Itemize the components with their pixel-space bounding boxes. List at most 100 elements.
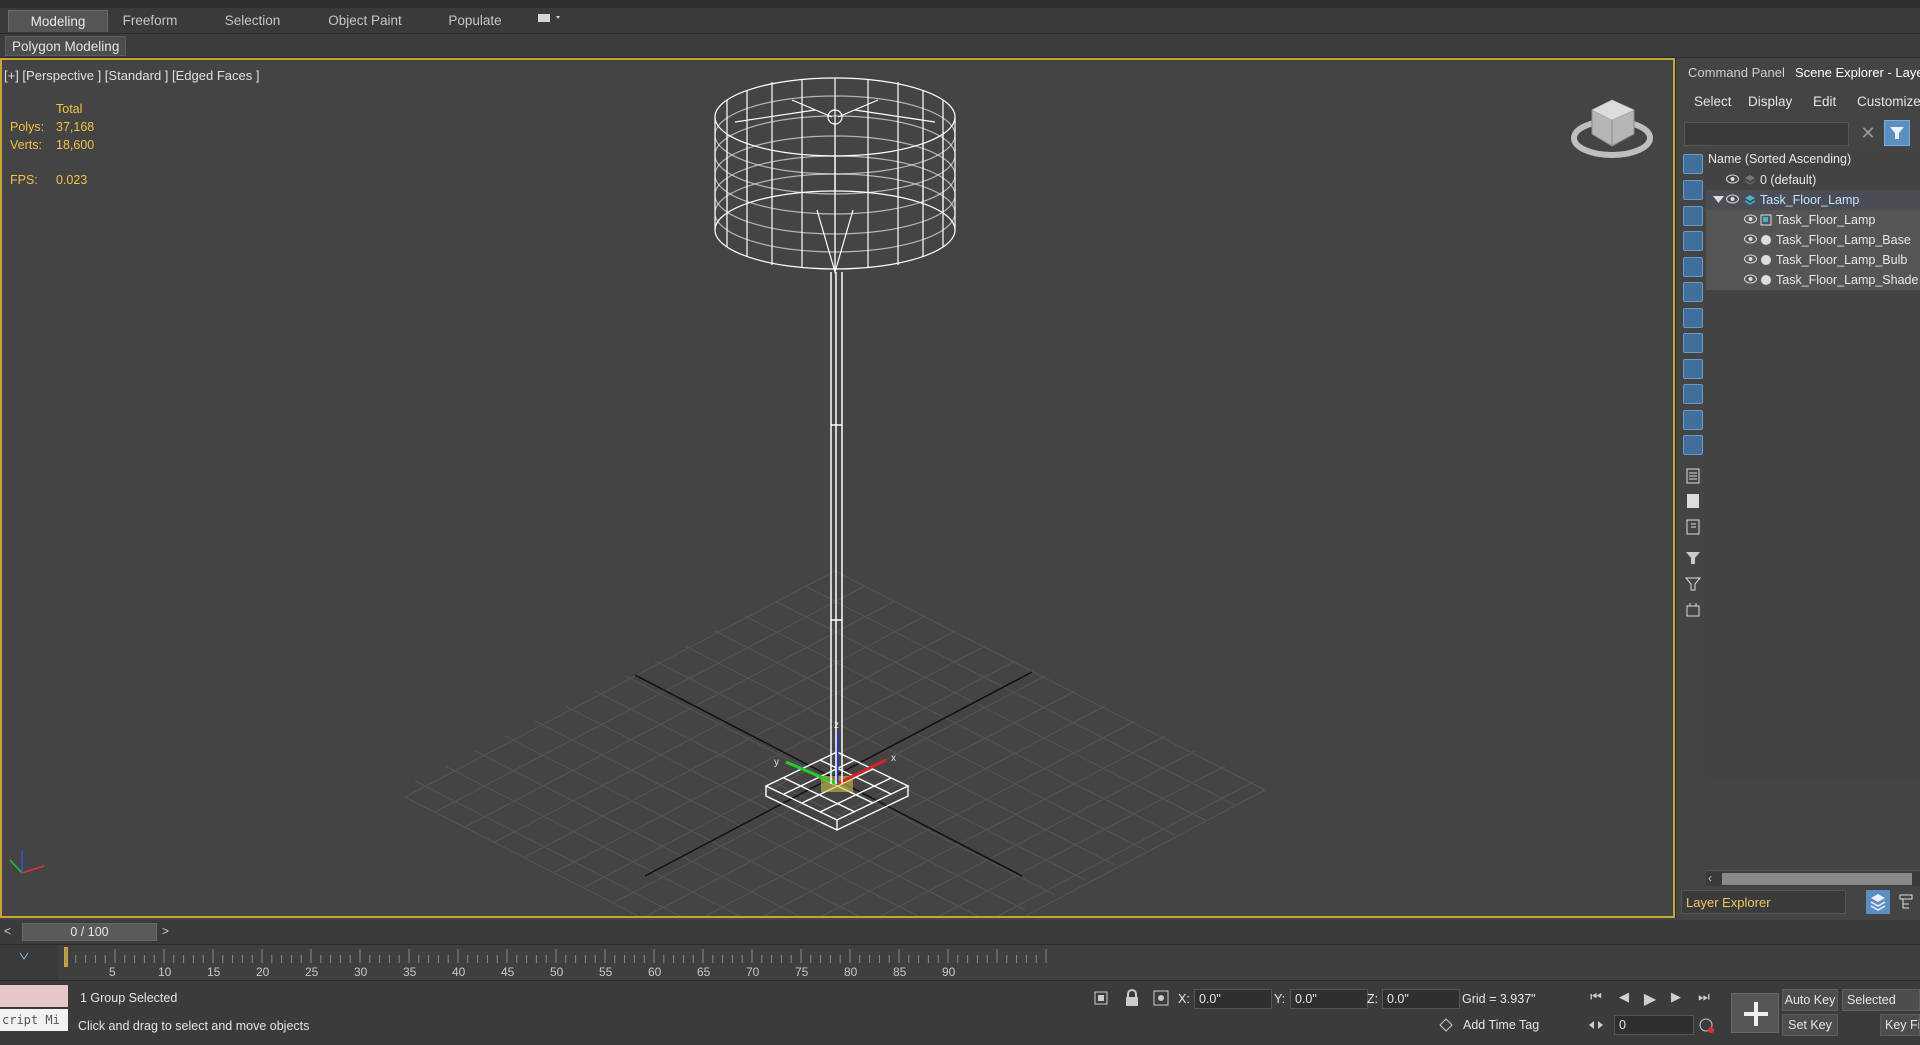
visibility-eye-icon[interactable] (1744, 274, 1757, 284)
display-xrefs-icon[interactable] (1683, 333, 1703, 353)
filter-toggle-icon[interactable] (1683, 548, 1703, 568)
menu-select[interactable]: Select (1694, 94, 1732, 109)
menu-edit[interactable]: Edit (1813, 94, 1836, 109)
play-icon[interactable]: ▶ (1640, 989, 1660, 1008)
set-key-button[interactable]: Set Key (1782, 1014, 1838, 1036)
scene-tree: Name (Sorted Ascending) 0 (default) Task… (1706, 150, 1920, 780)
tree-row-task-floor-lamp-group[interactable]: Task_Floor_Lamp (1706, 210, 1920, 230)
geometry-icon (1761, 255, 1771, 265)
stats-verts-value: 18,600 (56, 138, 95, 152)
tree-row-label: Task_Floor_Lamp_Shade (1776, 273, 1919, 287)
next-frame-icon[interactable]: > (162, 924, 176, 940)
display-invert-icon[interactable] (1683, 517, 1703, 537)
filter-icon[interactable] (1884, 120, 1910, 146)
y-coordinate-field[interactable]: 0.0" (1290, 989, 1368, 1009)
find-icon[interactable] (1683, 600, 1703, 620)
tree-row-task-floor-lamp-shade[interactable]: Task_Floor_Lamp_Shade (1706, 270, 1920, 290)
stats-fps-label: FPS: (10, 173, 38, 187)
grid-spacing: Grid = 3.937" (1462, 992, 1536, 1006)
key-mode-toggle-icon[interactable] (1588, 1018, 1604, 1032)
previous-frame-icon[interactable]: < (4, 924, 18, 940)
frame-tick-label: 75 (795, 965, 809, 979)
view-cube[interactable] (1571, 99, 1653, 158)
menu-customize[interactable]: Customize (1857, 94, 1920, 109)
tree-row-default-layer[interactable]: 0 (default) (1706, 170, 1920, 190)
key-selection-set-dropdown[interactable]: Selected (1842, 989, 1920, 1011)
next-key-icon[interactable]: ▶ (1666, 989, 1686, 1007)
display-groups-icon[interactable] (1683, 308, 1703, 328)
display-helpers-icon[interactable] (1683, 257, 1703, 277)
perspective-viewport[interactable]: x y z [+] [Perspective] [Standard] [Ed… (0, 58, 1675, 918)
sort-by-hierarchy-icon[interactable] (1894, 890, 1918, 914)
tree-horizontal-scrollbar[interactable]: ‹ (1706, 870, 1920, 886)
clear-search-icon[interactable]: ✕ (1858, 122, 1878, 146)
display-geometry-icon[interactable] (1683, 154, 1703, 174)
menu-display[interactable]: Display (1748, 94, 1792, 109)
tab-scene-explorer[interactable]: Scene Explorer - Layer (1795, 62, 1920, 84)
tree-column-header[interactable]: Name (Sorted Ascending) (1708, 152, 1851, 166)
isolate-selection-icon[interactable] (1092, 989, 1110, 1007)
absolute-mode-icon[interactable] (1152, 989, 1170, 1007)
tab-command-panel[interactable]: Command Panel (1688, 62, 1785, 84)
tree-row-task-floor-lamp-bulb[interactable]: Task_Floor_Lamp_Bulb (1706, 250, 1920, 270)
current-frame-field[interactable]: 0 (1614, 1015, 1694, 1035)
selection-lock-icon[interactable] (1124, 989, 1140, 1007)
display-containers-icon[interactable] (1683, 384, 1703, 404)
display-bones-icon[interactable] (1683, 359, 1703, 379)
scroll-left-icon[interactable]: ‹ (1708, 871, 1712, 885)
ribbon-options-icon[interactable] (532, 10, 566, 32)
frame-tick-label: 35 (403, 965, 417, 979)
scene-search-input[interactable] (1684, 122, 1849, 146)
goto-start-icon[interactable]: ⏮ (1586, 989, 1606, 1007)
ribbon-panel: Polygon Modeling (0, 34, 1920, 58)
z-coordinate-field[interactable]: 0.0" (1382, 989, 1460, 1009)
gizmo-y-label: y (774, 757, 779, 768)
scroll-thumb[interactable] (1722, 873, 1912, 885)
display-frozen-icon[interactable] (1683, 410, 1703, 430)
display-none-icon[interactable] (1683, 491, 1703, 511)
maxscript-listener-mini[interactable] (0, 985, 68, 1007)
prompt-line: Click and drag to select and move object… (78, 1019, 310, 1033)
display-all-icon[interactable] (1683, 466, 1703, 486)
title-strip (0, 0, 1920, 8)
track-bar[interactable]: 5 10 15 20 25 30 35 40 45 50 55 60 65 70 75 80 85 90 (0, 944, 1920, 981)
visibility-eye-icon[interactable] (1744, 234, 1757, 244)
display-lights-icon[interactable] (1683, 206, 1703, 226)
key-filters-button[interactable]: Key Filt (1880, 1014, 1920, 1036)
visibility-eye-icon[interactable] (1726, 194, 1739, 204)
maxscript-input[interactable]: cript Mi (0, 1009, 68, 1031)
previous-key-icon[interactable]: ◀ (1614, 989, 1634, 1007)
add-time-tag[interactable]: Add Time Tag (1463, 1018, 1539, 1032)
goto-end-icon[interactable]: ⏭ (1694, 989, 1714, 1007)
tab-modeling[interactable]: Modeling (8, 10, 108, 32)
tab-freeform[interactable]: Freeform (110, 10, 190, 32)
set-keys-icon[interactable] (1731, 993, 1779, 1033)
geometry-icon (1761, 275, 1771, 285)
tab-selection[interactable]: Selection (210, 10, 295, 32)
auto-key-button[interactable]: Auto Key (1782, 989, 1838, 1011)
tree-row-task-floor-lamp-layer[interactable]: Task_Floor_Lamp (1706, 190, 1920, 210)
layer-active-icon (1744, 195, 1756, 205)
filter-select-icon[interactable] (1683, 574, 1703, 594)
x-coordinate-field[interactable]: 0.0" (1194, 989, 1272, 1009)
time-slider[interactable]: < 0 / 100 > (0, 920, 1920, 944)
display-shapes-icon[interactable] (1683, 180, 1703, 200)
visibility-eye-icon[interactable] (1744, 254, 1757, 264)
display-hidden-icon[interactable] (1683, 435, 1703, 455)
frame-tick-label: 30 (354, 965, 368, 979)
time-slider-thumb[interactable]: 0 / 100 (22, 923, 157, 941)
explorer-mode-dropdown[interactable]: Layer Explorer (1681, 890, 1846, 914)
visibility-eye-icon[interactable] (1726, 174, 1739, 184)
display-cameras-icon[interactable] (1683, 231, 1703, 251)
visibility-eye-icon[interactable] (1744, 214, 1757, 224)
collapse-arrow-icon[interactable] (1712, 194, 1725, 204)
sort-by-layers-icon[interactable] (1866, 890, 1890, 914)
display-spacewarps-icon[interactable] (1683, 282, 1703, 302)
tab-object-paint[interactable]: Object Paint (315, 10, 415, 32)
time-configuration-icon[interactable] (1698, 1017, 1716, 1035)
polygon-modeling-button[interactable]: Polygon Modeling (5, 36, 127, 56)
tab-populate[interactable]: Populate (435, 10, 515, 32)
tree-row-task-floor-lamp-base[interactable]: Task_Floor_Lamp_Base (1706, 230, 1920, 250)
viewport-label[interactable]: [+] [Perspective ] [Standard ] [Edged Fa… (4, 68, 259, 83)
time-tag-icon[interactable] (1438, 1017, 1454, 1033)
